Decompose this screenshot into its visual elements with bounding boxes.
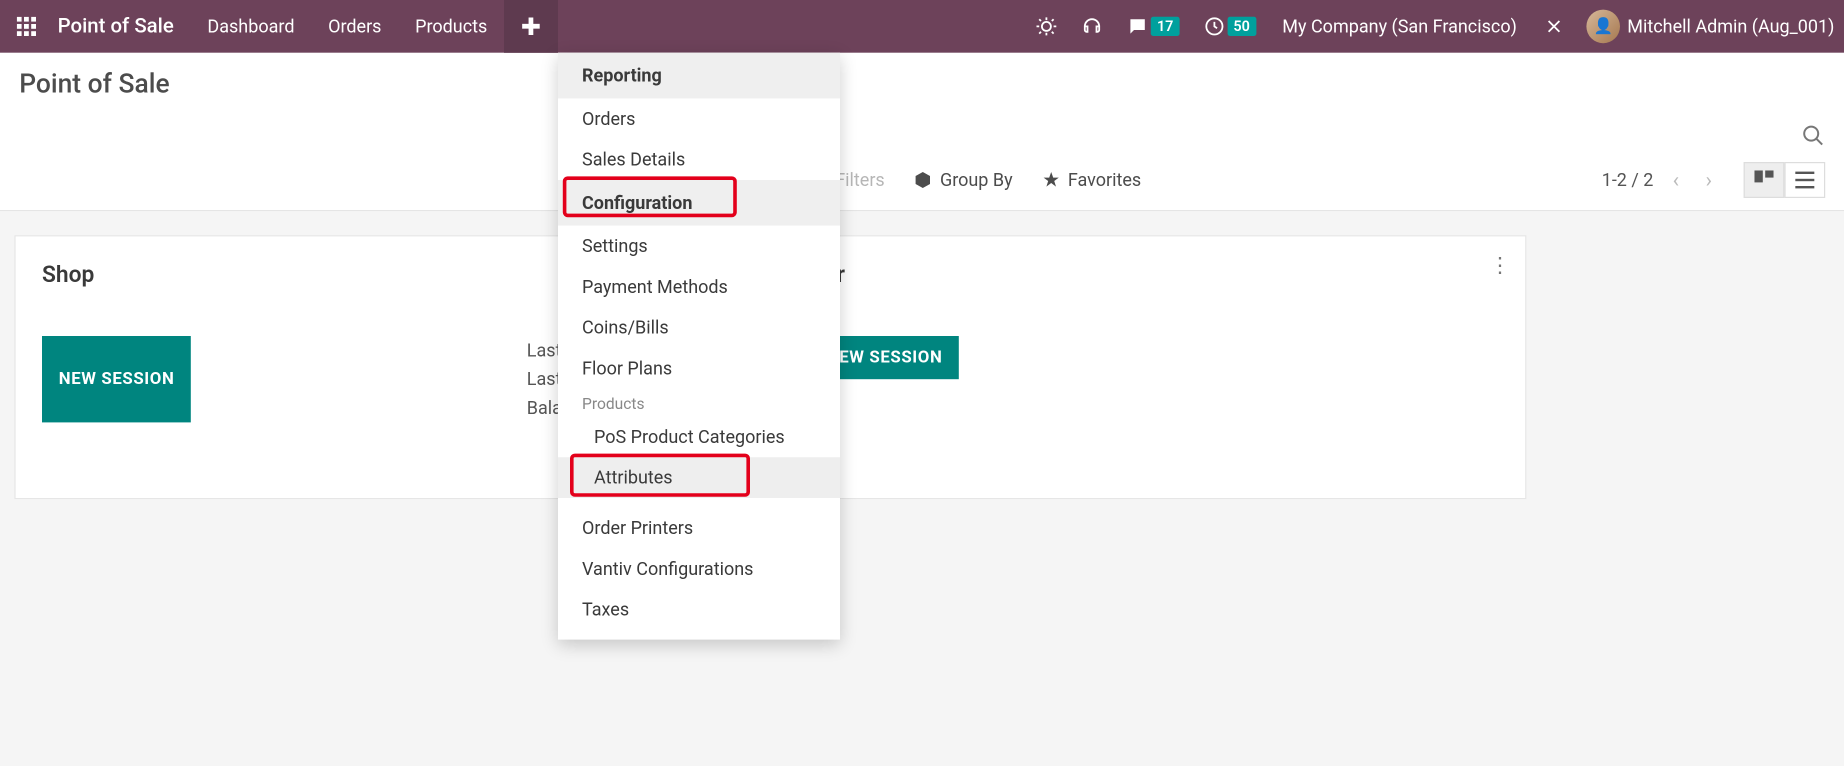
menu-attributes[interactable]: Attributes — [558, 457, 840, 498]
view-list[interactable] — [1784, 162, 1825, 198]
menu-payment-methods[interactable]: Payment Methods — [558, 266, 840, 307]
favorites-button[interactable]: Favorites — [1041, 169, 1141, 191]
nav-products[interactable]: Products — [398, 0, 504, 53]
pager-prev[interactable]: ‹ — [1665, 165, 1686, 195]
config-dropdown: Reporting Orders Sales Details Configura… — [558, 53, 840, 640]
menu-orders[interactable]: Orders — [558, 98, 840, 139]
menu-vantiv-config[interactable]: Vantiv Configurations — [558, 548, 840, 589]
top-nav: Point of Sale Dashboard Orders Products … — [0, 0, 1844, 53]
control-panel: Point of Sale placeholder Filters Group … — [0, 53, 1844, 211]
avatar: 👤 — [1586, 10, 1620, 44]
app-brand[interactable]: Point of Sale — [53, 14, 191, 38]
kanban-board: Shop ⋮ NEW SESSION Last Closing Date Las… — [0, 211, 1844, 523]
menu-pos-categories[interactable]: PoS Product Categories — [558, 416, 840, 457]
activities-icon[interactable]: 50 — [1191, 16, 1267, 38]
kebab-icon[interactable]: ⋮ — [1489, 253, 1511, 278]
card-title: Bar — [810, 260, 1499, 288]
filters-button[interactable]: Filters — [835, 169, 885, 191]
menu-settings[interactable]: Settings — [558, 226, 840, 267]
search-icon[interactable] — [1801, 124, 1825, 153]
apps-icon[interactable] — [0, 17, 53, 36]
user-name: Mitchell Admin (Aug_001) — [1627, 16, 1834, 38]
nav-orders[interactable]: Orders — [311, 0, 398, 53]
nav-plus[interactable]: ✚ — [504, 0, 558, 53]
bug-icon[interactable] — [1024, 16, 1070, 38]
tools-icon[interactable] — [1531, 16, 1577, 38]
dropdown-section-reporting: Reporting — [558, 53, 840, 99]
menu-coins-bills[interactable]: Coins/Bills — [558, 307, 840, 348]
messages-icon[interactable]: 17 — [1115, 16, 1191, 38]
activities-badge: 50 — [1227, 17, 1255, 36]
menu-sales-details[interactable]: Sales Details — [558, 139, 840, 180]
pos-card-bar[interactable]: Bar ⋮ NEW SESSION — [782, 235, 1526, 499]
user-menu[interactable]: 👤 Mitchell Admin (Aug_001) — [1577, 10, 1844, 44]
groupby-button[interactable]: Group By — [914, 169, 1013, 191]
messages-badge: 17 — [1151, 17, 1179, 36]
dropdown-section-configuration: Configuration — [558, 180, 840, 226]
view-kanban[interactable] — [1743, 162, 1784, 198]
pager-next[interactable]: › — [1698, 165, 1719, 195]
new-session-button[interactable]: NEW SESSION — [42, 336, 191, 422]
company-selector[interactable]: My Company (San Francisco) — [1268, 16, 1531, 38]
dropdown-subsection-products: Products — [558, 389, 840, 417]
menu-floor-plans[interactable]: Floor Plans — [558, 348, 840, 389]
menu-taxes[interactable]: Taxes — [558, 589, 840, 630]
menu-order-printers[interactable]: Order Printers — [558, 508, 840, 549]
pager-text[interactable]: 1-2 / 2 — [1602, 169, 1654, 191]
page-title: Point of Sale — [19, 70, 1825, 100]
nav-dashboard[interactable]: Dashboard — [191, 0, 312, 53]
support-icon[interactable] — [1069, 16, 1115, 38]
